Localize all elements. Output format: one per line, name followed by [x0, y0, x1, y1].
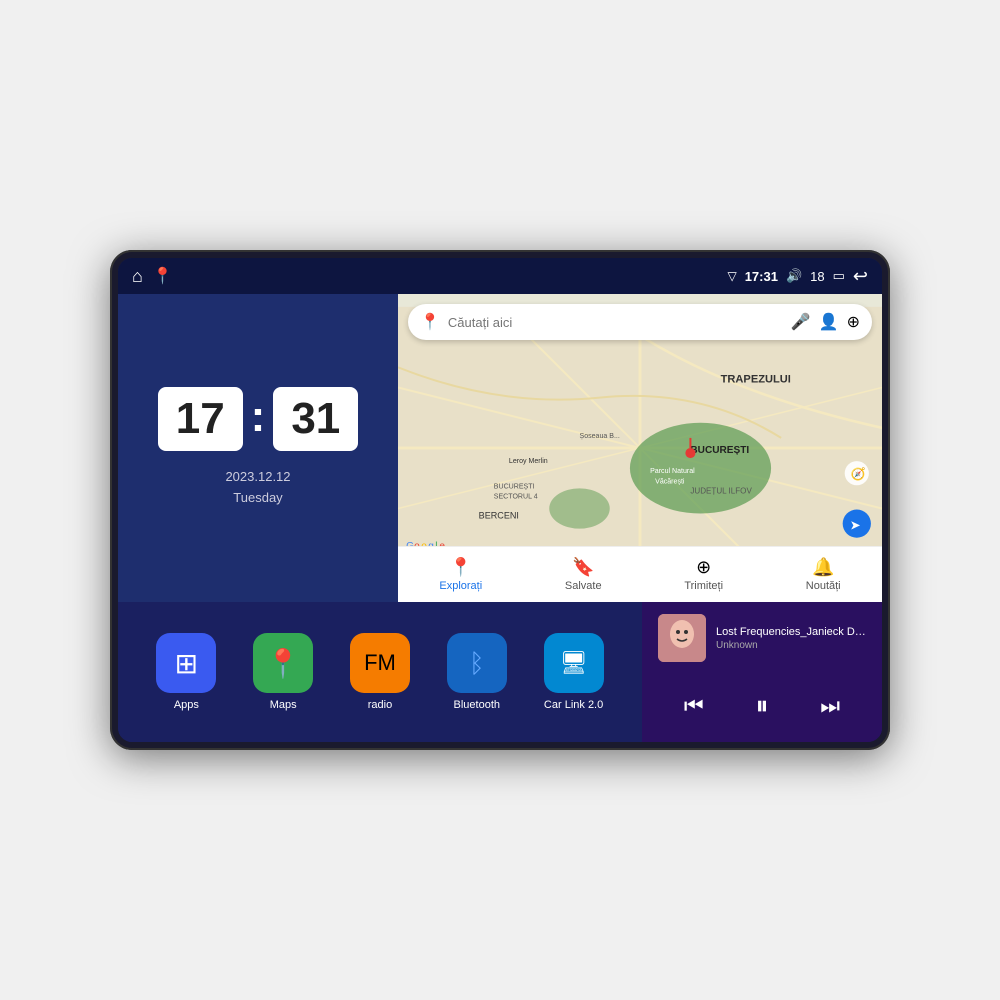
home-icon[interactable]: ⌂ [132, 266, 143, 287]
map-nav-saved[interactable]: 🔖 Salvate [565, 557, 602, 592]
map-search-input[interactable] [448, 315, 783, 330]
apps-icon-bg: ⊞ [156, 633, 216, 693]
maps-status-icon[interactable]: 📍 [153, 266, 173, 286]
bottom-section: ⊞ Apps 📍 Maps FM [118, 602, 882, 742]
app-item-apps[interactable]: ⊞ Apps [156, 633, 216, 711]
app-item-carlink[interactable]: 🖥 Car Link 2.0 [544, 633, 604, 711]
clock-date: 2023.12.12 Tuesday [225, 467, 290, 509]
svg-text:JUDEȚUL ILFOV: JUDEȚUL ILFOV [690, 486, 752, 495]
send-icon: ⊕ [696, 557, 711, 578]
send-label: Trimiteți [684, 580, 723, 592]
status-time: 17:31 [745, 269, 778, 284]
svg-text:Leroy Merlin: Leroy Merlin [509, 458, 548, 465]
music-prev-button[interactable]: ⏮ [676, 689, 712, 723]
music-thumbnail [658, 614, 706, 662]
bluetooth-label: Bluetooth [454, 699, 500, 711]
music-info: Lost Frequencies_Janieck Devy-... Unknow… [716, 626, 866, 651]
news-label: Noutăți [806, 580, 841, 592]
svg-text:SECTORUL 4: SECTORUL 4 [494, 493, 538, 500]
back-icon[interactable]: ↩ [853, 266, 868, 287]
clock-hour: 17 [158, 387, 243, 451]
music-top: Lost Frequencies_Janieck Devy-... Unknow… [658, 614, 866, 662]
map-panel[interactable]: 📍 🎤 👤 ⊕ [398, 294, 882, 602]
status-bar-right: ▽ 17:31 🔊 18 ▭ ↩ [727, 266, 868, 287]
map-search-bar[interactable]: 📍 🎤 👤 ⊕ [408, 304, 872, 340]
status-bar: ⌂ 📍 ▽ 17:31 🔊 18 ▭ ↩ [118, 258, 882, 294]
apps-label: Apps [174, 699, 199, 711]
map-search-actions: 🎤 👤 ⊕ [791, 312, 860, 332]
carlink-label: Car Link 2.0 [544, 699, 603, 711]
signal-icon: ▽ [727, 269, 736, 283]
bluetooth-icon-bg: ᛒ [447, 633, 507, 693]
music-title: Lost Frequencies_Janieck Devy-... [716, 626, 866, 638]
carlink-icon-bg: 🖥 [544, 633, 604, 693]
status-bar-left: ⌂ 📍 [132, 266, 173, 287]
explore-label: Explorați [439, 580, 482, 592]
map-nav-explore[interactable]: 📍 Explorați [439, 557, 482, 592]
carlink-icon: 🖥 [560, 650, 588, 676]
clock-separator: : [251, 392, 266, 442]
music-controls: ⏮ ⏸ ⏭ [658, 682, 866, 730]
map-nav-news[interactable]: 🔔 Noutăți [806, 557, 841, 592]
clock-minute: 31 [273, 387, 358, 451]
map-nav-send[interactable]: ⊕ Trimiteți [684, 557, 723, 592]
bluetooth-icon: ᛒ [469, 648, 485, 679]
device-screen: ⌂ 📍 ▽ 17:31 🔊 18 ▭ ↩ 17 : [118, 258, 882, 742]
map-pin-icon: 📍 [420, 312, 440, 332]
radio-icon: FM [364, 650, 396, 676]
car-head-unit: ⌂ 📍 ▽ 17:31 🔊 18 ▭ ↩ 17 : [110, 250, 890, 750]
apps-icon: ⊞ [175, 647, 198, 680]
map-bottom-bar: 📍 Explorați 🔖 Salvate ⊕ Trimiteți 🔔 [398, 546, 882, 602]
svg-text:BUCUREȘTI: BUCUREȘTI [690, 445, 749, 456]
music-player: Lost Frequencies_Janieck Devy-... Unknow… [642, 602, 882, 742]
maps-icon: 📍 [266, 647, 301, 680]
music-artist: Unknown [716, 640, 866, 651]
svg-text:Parcul Natural: Parcul Natural [650, 468, 695, 475]
maps-icon-bg: 📍 [253, 633, 313, 693]
svg-text:TRAPEZULUI: TRAPEZULUI [721, 373, 791, 385]
svg-text:BERCENI: BERCENI [479, 511, 519, 521]
radio-label: radio [368, 699, 392, 711]
radio-icon-bg: FM [350, 633, 410, 693]
app-item-maps[interactable]: 📍 Maps [253, 633, 313, 711]
maps-label: Maps [270, 699, 297, 711]
volume-icon[interactable]: 🔊 [786, 268, 802, 284]
microphone-icon[interactable]: 🎤 [791, 312, 811, 332]
main-content: 17 : 31 2023.12.12 Tuesday 📍 [118, 294, 882, 742]
app-item-bluetooth[interactable]: ᛒ Bluetooth [447, 633, 507, 711]
news-icon: 🔔 [812, 557, 834, 578]
explore-icon: 📍 [450, 557, 472, 578]
music-play-pause-button[interactable]: ⏸ [747, 686, 776, 726]
apps-area: ⊞ Apps 📍 Maps FM [118, 602, 642, 742]
svg-text:➤: ➤ [850, 518, 861, 533]
clock-display: 17 : 31 [158, 387, 359, 451]
battery-icon: ▭ [833, 268, 845, 284]
top-section: 17 : 31 2023.12.12 Tuesday 📍 [118, 294, 882, 602]
saved-label: Salvate [565, 580, 602, 592]
clock-panel: 17 : 31 2023.12.12 Tuesday [118, 294, 398, 602]
music-next-button[interactable]: ⏭ [812, 689, 848, 723]
account-icon[interactable]: 👤 [819, 312, 839, 332]
layers-icon[interactable]: ⊕ [847, 312, 860, 332]
svg-text:Șoseaua B...: Șoseaua B... [580, 433, 620, 440]
svg-text:Văcărești: Văcărești [655, 478, 685, 485]
app-item-radio[interactable]: FM radio [350, 633, 410, 711]
saved-icon: 🔖 [572, 557, 594, 578]
svg-text:🧭: 🧭 [851, 467, 866, 481]
battery-level: 18 [810, 269, 824, 284]
svg-text:BUCUREȘTI: BUCUREȘTI [494, 483, 535, 490]
